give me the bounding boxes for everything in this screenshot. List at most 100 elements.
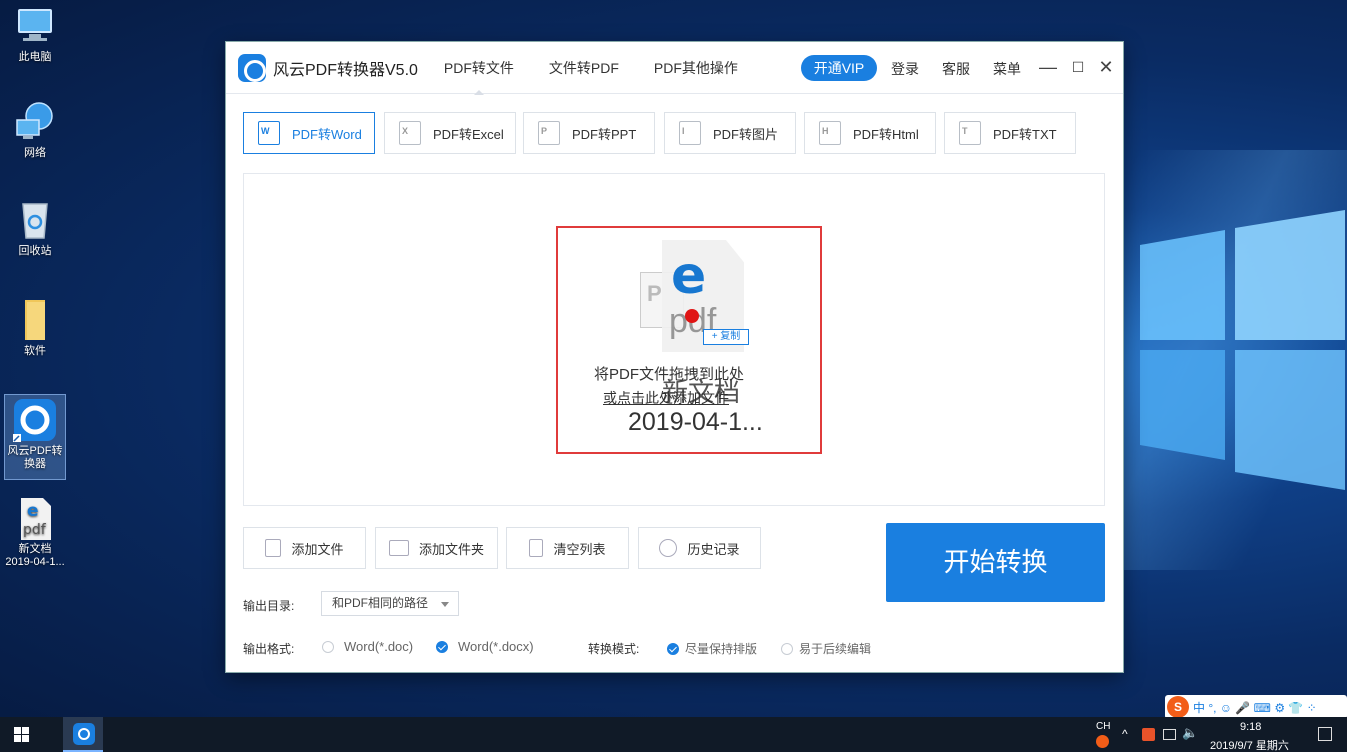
radio-label: Word(*.doc) xyxy=(344,639,414,654)
trash-icon xyxy=(529,539,544,557)
office-tray-icon[interactable] xyxy=(1142,728,1155,741)
button-label: 清空列表 xyxy=(553,541,606,557)
add-folder-button[interactable]: 添加文件夹 xyxy=(375,527,498,569)
convert-mode-label: 转换模式: xyxy=(588,642,640,656)
wallpaper-windows-logo xyxy=(1140,210,1345,490)
service-link[interactable]: 客服 xyxy=(942,59,970,79)
tab-pdf-to-ppt[interactable]: P PDF转PPT xyxy=(523,112,655,154)
start-convert-button[interactable]: 开始转换 xyxy=(886,523,1105,602)
folder-icon xyxy=(13,298,57,342)
excel-file-icon: X xyxy=(399,121,421,145)
tab-label: PDF转Excel xyxy=(433,126,504,142)
desktop-icon-pdf-converter[interactable]: 风云PDF转换器 xyxy=(4,394,66,480)
notification-icon[interactable] xyxy=(1318,727,1332,741)
desktop-icon-label: 回收站 xyxy=(18,245,52,257)
drop-zone[interactable]: P 将PDF文件拖拽到此处 或点击此处添加文件 e pdf + 复制 新文档 2… xyxy=(243,173,1105,506)
clear-list-button[interactable]: 清空列表 xyxy=(506,527,629,569)
desktop-icon-network[interactable]: 网络 xyxy=(4,100,66,160)
app-title: 风云PDF转换器V5.0 xyxy=(273,61,418,79)
svg-text:pdf: pdf xyxy=(23,522,47,538)
desktop-icon-new-document[interactable]: e pdf 新文档 2019-04-1... xyxy=(4,496,66,569)
format-doc-radio[interactable]: Word(*.doc) xyxy=(322,639,413,654)
radio-icon xyxy=(322,640,334,653)
minimize-button[interactable]: — xyxy=(1037,56,1059,78)
word-file-icon: W xyxy=(258,121,280,145)
svg-text:e: e xyxy=(27,501,39,521)
radio-label: Word(*.docx) xyxy=(458,639,534,654)
clock-time[interactable]: 9:18 xyxy=(1240,721,1261,733)
app-logo-icon xyxy=(13,398,57,442)
app-logo-icon xyxy=(238,53,266,82)
desktop-icon-this-pc[interactable]: 此电脑 xyxy=(4,4,66,64)
computer-icon xyxy=(13,4,57,48)
output-dir-label: 输出目录: xyxy=(243,599,295,613)
title-bar: 风云PDF转换器V5.0 PDF转文件 文件转PDF PDF其他操作 开通VIP… xyxy=(226,42,1123,95)
ppt-file-icon: P xyxy=(538,121,560,145)
history-button[interactable]: 历史记录 xyxy=(638,527,761,569)
html-file-icon: H xyxy=(819,121,841,145)
volume-icon[interactable]: 🔈 xyxy=(1182,725,1198,741)
clock-date[interactable]: 2019/9/7 星期六 xyxy=(1210,737,1289,752)
desktop-icon-label: 软件 xyxy=(24,345,46,357)
desktop-icon-label: 此电脑 xyxy=(18,51,52,63)
desktop-icon-recycle-bin[interactable]: 回收站 xyxy=(4,198,66,258)
add-file-button[interactable]: 添加文件 xyxy=(243,527,366,569)
windows-start-icon[interactable] xyxy=(14,727,30,743)
checked-radio-icon xyxy=(436,640,448,653)
vip-button[interactable]: 开通VIP xyxy=(801,55,877,81)
select-value: 和PDF相同的路径 xyxy=(332,596,429,610)
maximize-button[interactable]: ☐ xyxy=(1067,56,1089,78)
tab-pdf-to-file[interactable]: PDF转文件 xyxy=(444,42,514,95)
radio-icon xyxy=(781,642,793,655)
pdf-file-icon: e pdf xyxy=(13,496,57,540)
txt-file-icon: T xyxy=(959,121,981,145)
clock-icon xyxy=(659,539,678,557)
output-dir-select[interactable]: 和PDF相同的路径 xyxy=(321,591,459,616)
tab-pdf-to-html[interactable]: H PDF转Html xyxy=(804,112,936,154)
taskbar: CH ^ 🔈 9:18 2019/9/7 星期六 xyxy=(0,717,1347,752)
tab-label: PDF转TXT xyxy=(993,126,1057,142)
tab-pdf-to-txt[interactable]: T PDF转TXT xyxy=(944,112,1076,154)
output-format-label: 输出格式: xyxy=(243,642,295,656)
highlight-box xyxy=(556,226,822,454)
format-docx-radio[interactable]: Word(*.docx) xyxy=(436,639,534,654)
desktop-icon-software-folder[interactable]: 软件 xyxy=(4,298,66,358)
network-tray-icon[interactable] xyxy=(1163,729,1176,740)
radio-label: 易于后续编辑 xyxy=(799,642,872,656)
desktop-icon-label: 风云PDF转换器 xyxy=(7,445,63,470)
taskbar-app-pdf-converter[interactable] xyxy=(63,717,103,752)
desktop-icon-label: 网络 xyxy=(24,147,46,159)
tab-label: PDF转图片 xyxy=(713,126,779,142)
mode-easy-edit-radio[interactable]: 易于后续编辑 xyxy=(781,640,871,657)
button-label: 历史记录 xyxy=(687,541,740,557)
ime-toolbar[interactable]: S 中 °, ☺ 🎤 ⌨ ⚙ 👕 ⁘ xyxy=(1165,695,1347,719)
image-file-icon: I xyxy=(679,121,701,145)
button-label: 添加文件夹 xyxy=(418,541,484,557)
mode-keep-layout-radio[interactable]: 尽量保持排版 xyxy=(667,640,757,657)
login-link[interactable]: 登录 xyxy=(891,59,919,79)
tab-label: PDF转Word xyxy=(292,126,362,142)
ime-status: 中 °, ☺ 🎤 ⌨ ⚙ 👕 ⁘ xyxy=(1193,700,1317,715)
chevron-down-icon xyxy=(441,602,449,607)
app-logo-icon xyxy=(73,723,95,745)
close-button[interactable]: ✕ xyxy=(1095,56,1117,78)
tab-label: PDF转Html xyxy=(853,126,919,142)
network-icon xyxy=(13,100,57,144)
tab-pdf-to-image[interactable]: I PDF转图片 xyxy=(664,112,796,154)
tab-pdf-to-excel[interactable]: X PDF转Excel xyxy=(384,112,516,154)
tab-label: PDF转PPT xyxy=(572,126,637,142)
chevron-up-icon[interactable]: ^ xyxy=(1122,727,1128,741)
tab-pdf-other[interactable]: PDF其他操作 xyxy=(654,42,738,94)
sogou-logo-icon: S xyxy=(1167,696,1189,718)
file-icon xyxy=(265,539,282,557)
radio-label: 尽量保持排版 xyxy=(685,642,758,656)
sogou-tray-icon[interactable] xyxy=(1096,735,1109,748)
button-label: 添加文件 xyxy=(291,541,344,557)
tab-file-to-pdf[interactable]: 文件转PDF xyxy=(549,42,619,94)
app-window: 风云PDF转换器V5.0 PDF转文件 文件转PDF PDF其他操作 开通VIP… xyxy=(226,42,1123,672)
tab-pdf-to-word[interactable]: W PDF转Word xyxy=(243,112,375,154)
recycle-bin-icon xyxy=(13,198,57,242)
menu-link[interactable]: 菜单 xyxy=(993,59,1021,79)
language-indicator[interactable]: CH xyxy=(1096,721,1110,732)
desktop-icon-label: 新文档 2019-04-1... xyxy=(5,543,65,568)
